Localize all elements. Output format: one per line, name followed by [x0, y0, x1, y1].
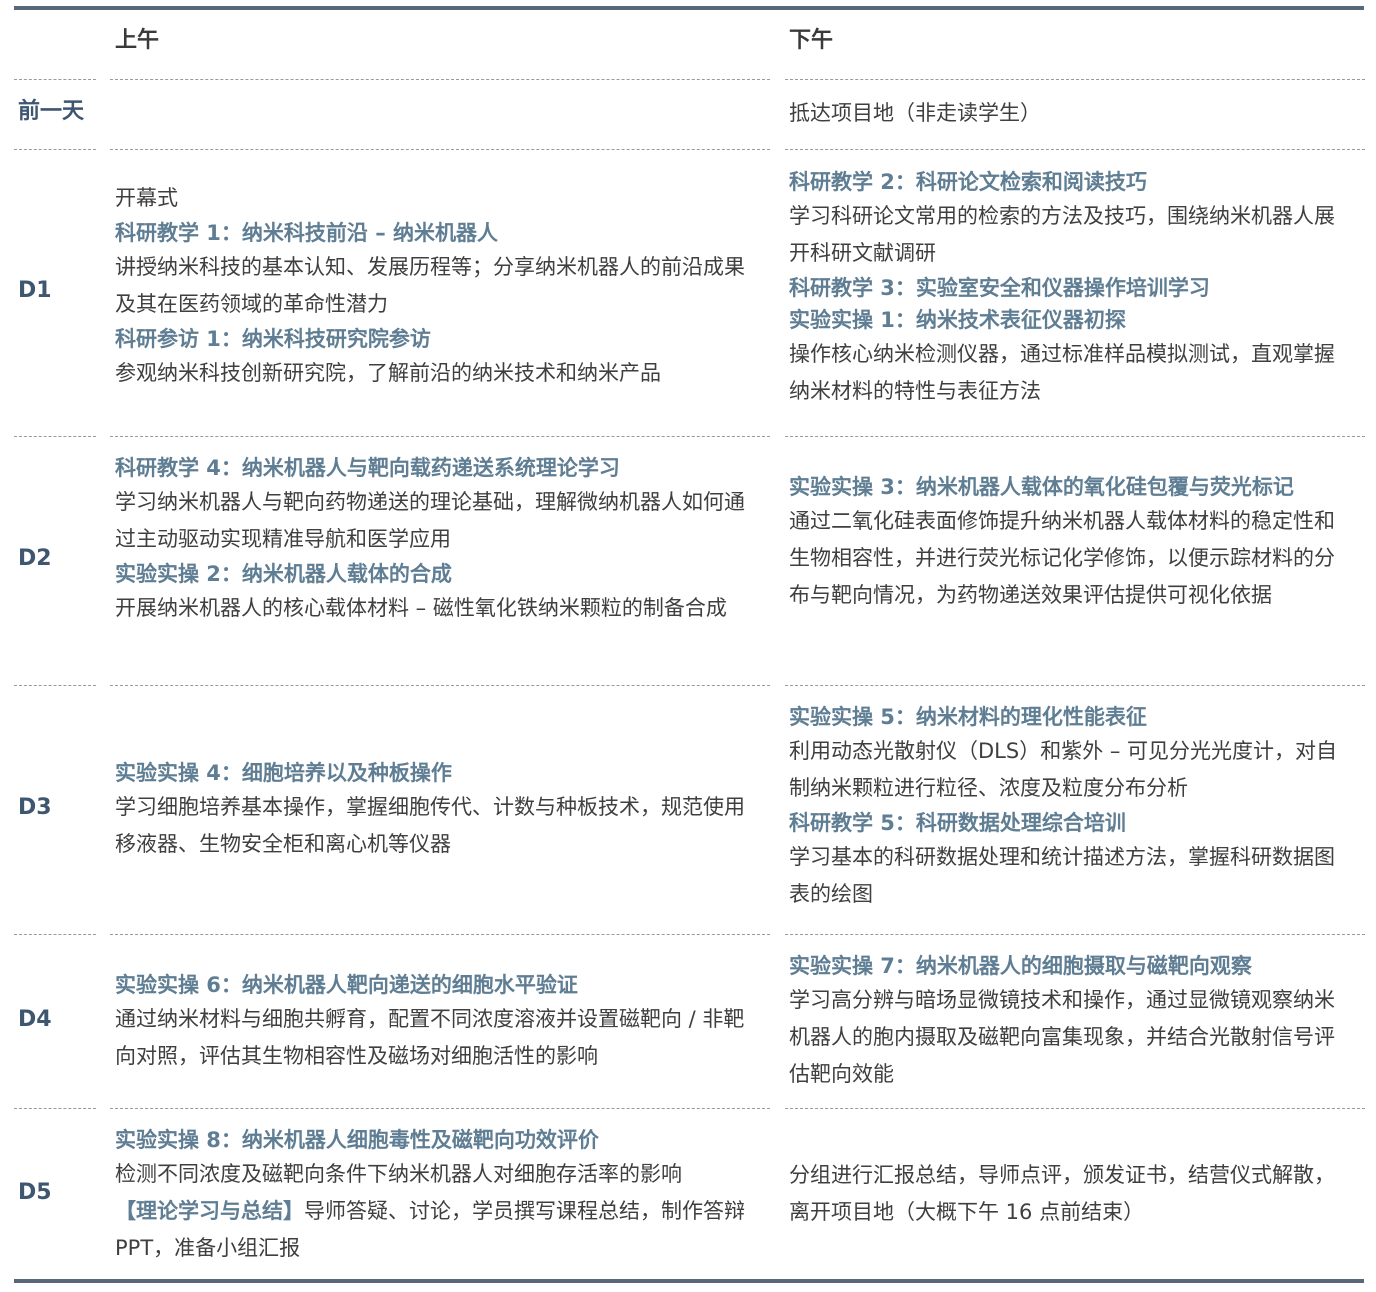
row-divider [110, 934, 770, 935]
session-title: 实验实操 1：纳米技术表征仪器初探 [789, 308, 1126, 332]
session-desc: 分组进行汇报总结，导师点评，颁发证书，结营仪式解散，离开项目地（大概下午 16 … [789, 1163, 1335, 1224]
session-title: 科研参访 1：纳米科技研究院参访 [115, 327, 431, 351]
row-divider [785, 934, 1365, 935]
session-title: 科研教学 1：纳米科技前沿 – 纳米机器人 [115, 221, 499, 245]
row-divider [14, 685, 96, 686]
row-divider [110, 1108, 770, 1109]
row-divider [110, 436, 770, 437]
session-desc: 参观纳米科技创新研究院，了解前沿的纳米技术和纳米产品 [115, 361, 661, 385]
session-title-inline: 【理论学习与总结】 [115, 1199, 304, 1223]
session-desc: 利用动态光散射仪（DLS）和紫外 – 可见分光光度计，对自制纳米颗粒进行粒径、浓… [789, 739, 1338, 800]
d5-afternoon-cell: 分组进行汇报总结，导师点评，颁发证书，结营仪式解散，离开项目地（大概下午 16 … [789, 1157, 1349, 1231]
afternoon-text: 抵达项目地（非走读学生） [789, 101, 1041, 125]
session-desc: 学习细胞培养基本操作，掌握细胞传代、计数与种板技术，规范使用移液器、生物安全柜和… [115, 795, 745, 856]
row-divider [785, 79, 1365, 80]
session-title: 实验实操 2：纳米机器人载体的合成 [115, 562, 452, 586]
d1-morning-cell: 开幕式 科研教学 1：纳米科技前沿 – 纳米机器人 讲授纳米科技的基本认知、发展… [115, 180, 765, 392]
session-desc: 讲授纳米科技的基本认知、发展历程等；分享纳米机器人的前沿成果及其在医药领域的革命… [115, 255, 745, 316]
session-text: 开幕式 [115, 186, 178, 210]
session-desc: 开展纳米机器人的核心载体材料 – 磁性氧化铁纳米颗粒的制备合成 [115, 596, 727, 620]
d4-afternoon-cell: 实验实操 7：纳米机器人的细胞摄取与磁靶向观察 学习高分辨与暗场显微镜技术和操作… [789, 950, 1349, 1093]
row-divider [785, 436, 1365, 437]
session-title: 科研教学 5：科研数据处理综合培训 [789, 811, 1126, 835]
column-header-morning: 上午 [115, 28, 160, 53]
session-desc: 【理论学习与总结】导师答疑、讨论，学员撰写课程总结，制作答辩 PPT，准备小组汇… [115, 1193, 765, 1267]
session-title: 实验实操 5：纳米材料的理化性能表征 [789, 705, 1147, 729]
session-desc: 检测不同浓度及磁靶向条件下纳米机器人对细胞存活率的影响 [115, 1162, 682, 1186]
session-title: 科研教学 3：实验室安全和仪器操作培训学习 [789, 276, 1210, 300]
day-label: D2 [18, 546, 52, 571]
session-title: 科研教学 2：科研论文检索和阅读技巧 [789, 170, 1147, 194]
d3-morning-cell: 实验实操 4：细胞培养以及种板操作 学习细胞培养基本操作，掌握细胞传代、计数与种… [115, 757, 765, 863]
d1-afternoon-cell: 科研教学 2：科研论文检索和阅读技巧 学习科研论文常用的检索的方法及技巧，围绕纳… [789, 166, 1349, 410]
day-label: D1 [18, 278, 52, 303]
d5-morning-cell: 实验实操 8：纳米机器人细胞毒性及磁靶向功效评价 检测不同浓度及磁靶向条件下纳米… [115, 1124, 765, 1267]
row-divider [14, 934, 96, 935]
row-divider [14, 149, 96, 150]
row-divider [14, 436, 96, 437]
day-label: 前一天 [18, 99, 85, 124]
d2-afternoon-cell: 实验实操 3：纳米机器人载体的氧化硅包覆与荧光标记 通过二氧化硅表面修饰提升纳米… [789, 471, 1349, 614]
row-divider [14, 1108, 96, 1109]
d2-morning-cell: 科研教学 4：纳米机器人与靶向载药递送系统理论学习 学习纳米机器人与靶向药物递送… [115, 452, 765, 627]
session-title: 实验实操 7：纳米机器人的细胞摄取与磁靶向观察 [789, 954, 1252, 978]
day-label: D3 [18, 795, 52, 820]
session-desc: 通过二氧化硅表面修饰提升纳米机器人载体材料的稳定性和生物相容性，并进行荧光标记化… [789, 509, 1335, 607]
session-title: 实验实操 8：纳米机器人细胞毒性及磁靶向功效评价 [115, 1128, 599, 1152]
session-desc: 学习纳米机器人与靶向药物递送的理论基础，理解微纳机器人如何通过主动驱动实现精准导… [115, 490, 745, 551]
row-divider [110, 685, 770, 686]
session-title: 实验实操 6：纳米机器人靶向递送的细胞水平验证 [115, 973, 578, 997]
row-divider [14, 79, 96, 80]
row-divider [110, 79, 770, 80]
session-title: 科研教学 4：纳米机器人与靶向载药递送系统理论学习 [115, 456, 620, 480]
session-title: 实验实操 4：细胞培养以及种板操作 [115, 761, 452, 785]
table-top-rule [14, 6, 1364, 10]
session-desc: 学习基本的科研数据处理和统计描述方法，掌握科研数据图表的绘图 [789, 845, 1335, 906]
row-divider [110, 149, 770, 150]
d3-afternoon-cell: 实验实操 5：纳米材料的理化性能表征 利用动态光散射仪（DLS）和紫外 – 可见… [789, 701, 1349, 913]
row-divider [785, 685, 1365, 686]
day-label: D4 [18, 1007, 52, 1032]
session-desc: 学习科研论文常用的检索的方法及技巧，围绕纳米机器人展开科研文献调研 [789, 204, 1335, 265]
row-divider [785, 1108, 1365, 1109]
session-desc: 操作核心纳米检测仪器，通过标准样品模拟测试，直观掌握纳米材料的特性与表征方法 [789, 342, 1335, 403]
row-divider [785, 149, 1365, 150]
session-desc: 通过纳米材料与细胞共孵育，配置不同浓度溶液并设置磁靶向 / 非靶向对照，评估其生… [115, 1007, 745, 1068]
table-bottom-rule [14, 1279, 1364, 1283]
d4-morning-cell: 实验实操 6：纳米机器人靶向递送的细胞水平验证 通过纳米材料与细胞共孵育，配置不… [115, 969, 765, 1075]
session-title: 实验实操 3：纳米机器人载体的氧化硅包覆与荧光标记 [789, 475, 1294, 499]
session-desc: 学习高分辨与暗场显微镜技术和操作，通过显微镜观察纳米机器人的胞内摄取及磁靶向富集… [789, 988, 1335, 1086]
day-label: D5 [18, 1180, 52, 1205]
column-header-afternoon: 下午 [789, 28, 834, 53]
